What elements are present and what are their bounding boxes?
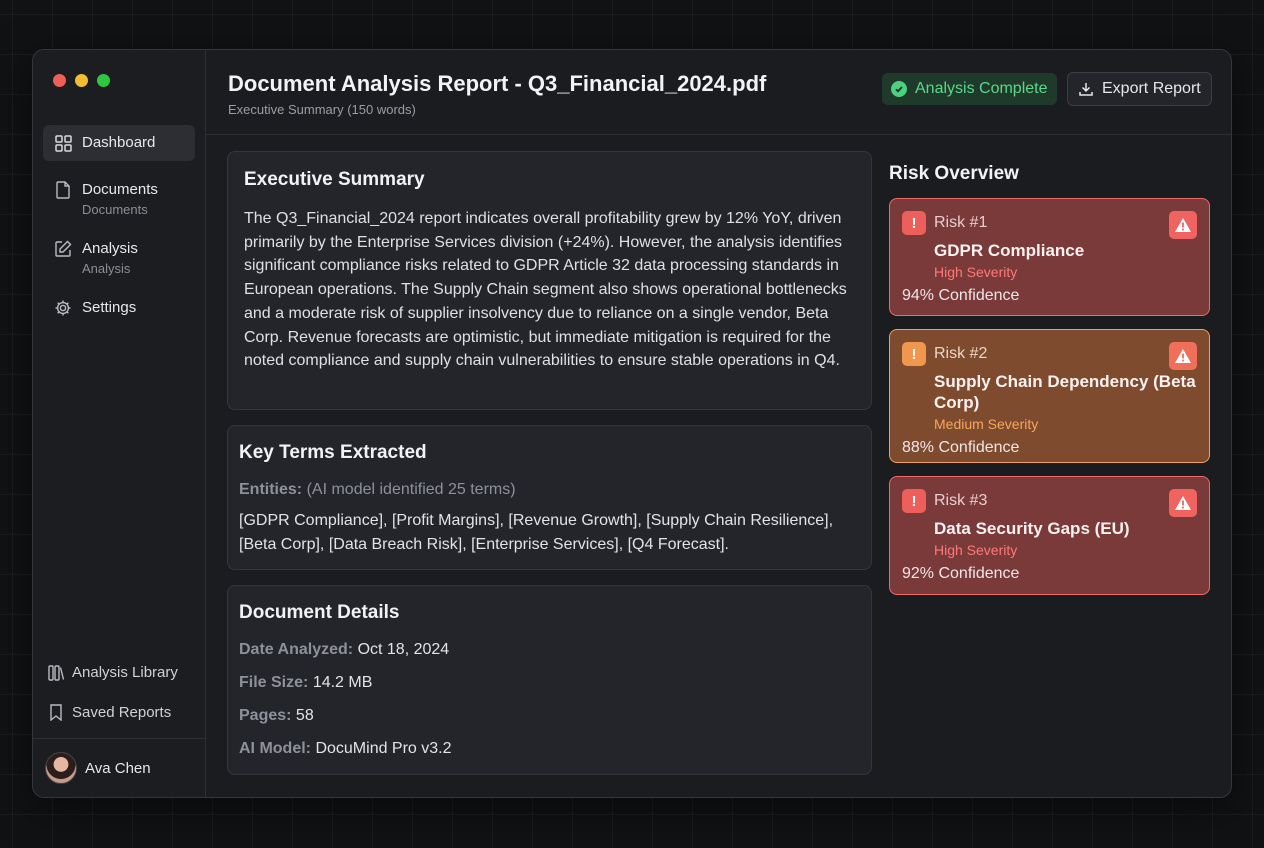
risk-severity: High Severity [934, 264, 1018, 280]
risk-confidence: 94% Confidence [902, 287, 1020, 304]
risk-severity: Medium Severity [934, 416, 1039, 432]
gear-icon [54, 299, 72, 317]
link-label: Saved Reports [72, 703, 172, 721]
detail-value: 14.2 MB [312, 674, 373, 691]
exclamation-icon: ! [902, 489, 926, 513]
detail-value: DocuMind Pro v3.2 [315, 740, 452, 757]
sidebar-item-label: Analysis [82, 240, 138, 257]
detail-key: Date Analyzed: [239, 641, 354, 658]
sidebar-item-label: Settings [82, 299, 137, 316]
warning-triangle-icon [1169, 489, 1197, 517]
exclamation-icon: ! [902, 342, 926, 366]
detail-row-date: Date Analyzed: Oct 18, 2024 [239, 640, 860, 660]
maximize-window-button[interactable] [97, 74, 110, 87]
sidebar-item-label: Dashboard [82, 134, 156, 151]
warning-triangle-icon [1169, 211, 1197, 239]
download-icon [1078, 81, 1094, 97]
risk-card-2[interactable]: ! Risk #2 Supply Chain Dependency (Beta … [889, 329, 1210, 463]
export-label: Export Report [1102, 80, 1201, 97]
document-icon [54, 181, 72, 199]
risk-name: Data Security Gaps (EU) [934, 519, 1130, 538]
risk-name: Supply Chain Dependency (Beta Corp) [934, 372, 1196, 412]
risk-number: Risk #2 [934, 345, 988, 362]
window-controls [53, 74, 110, 87]
document-details-card: Document Details Date Analyzed: Oct 18, … [227, 585, 872, 775]
risk-number: Risk #1 [934, 214, 988, 231]
entities-label: Entities: [239, 481, 303, 498]
risk-card-3[interactable]: ! Risk #3 Data Security Gaps (EU) High S… [889, 476, 1210, 595]
check-icon [891, 81, 907, 97]
sidebar-item-sublabel: Analysis [82, 261, 131, 276]
section-heading: Key Terms Extracted [239, 442, 427, 463]
close-window-button[interactable] [53, 74, 66, 87]
sidebar-item-label: Documents [82, 181, 158, 198]
status-badge: Analysis Complete [882, 73, 1057, 105]
header: Document Analysis Report - Q3_Financial_… [206, 50, 1231, 135]
main-content: Document Analysis Report - Q3_Financial_… [206, 50, 1231, 797]
detail-key: Pages: [239, 707, 292, 724]
detail-value: Oct 18, 2024 [357, 641, 450, 658]
dashboard-icon [54, 134, 72, 152]
detail-key: File Size: [239, 674, 309, 691]
page-subtitle: Executive Summary (150 words) [228, 102, 416, 117]
analysis-library-link[interactable]: Analysis Library [47, 663, 178, 681]
detail-row-pages: Pages: 58 [239, 706, 860, 726]
section-heading: Executive Summary [244, 169, 425, 190]
sidebar-item-settings[interactable]: Settings [43, 290, 195, 326]
risk-number: Risk #3 [934, 492, 988, 509]
sidebar: Dashboard Documents Documents Analysis A… [33, 50, 206, 797]
risk-severity: High Severity [934, 542, 1018, 558]
key-terms-card: Key Terms Extracted Entities: (AI model … [227, 425, 872, 570]
user-profile[interactable]: Ava Chen [33, 738, 206, 797]
summary-text: The Q3_Financial_2024 report indicates o… [244, 210, 847, 370]
entities-note: (AI model identified 25 terms) [306, 481, 516, 498]
saved-reports-link[interactable]: Saved Reports [47, 703, 171, 721]
detail-row-model: AI Model: DocuMind Pro v3.2 [239, 739, 860, 759]
risk-overview-heading: Risk Overview [889, 163, 1019, 184]
exclamation-icon: ! [902, 211, 926, 235]
sidebar-item-dashboard[interactable]: Dashboard [43, 125, 195, 161]
entities-line: Entities: (AI model identified 25 terms) [239, 481, 860, 499]
minimize-window-button[interactable] [75, 74, 88, 87]
risk-confidence: 88% Confidence [902, 439, 1020, 456]
risk-name: GDPR Compliance [934, 241, 1085, 260]
section-heading: Document Details [239, 602, 400, 623]
detail-row-size: File Size: 14.2 MB [239, 673, 860, 693]
detail-value: 58 [295, 707, 314, 724]
terms-list: [GDPR Compliance], [Profit Margins], [Re… [239, 512, 834, 553]
page-title: Document Analysis Report - Q3_Financial_… [228, 71, 767, 96]
library-icon [47, 663, 65, 681]
link-label: Analysis Library [72, 663, 178, 681]
app-window: Dashboard Documents Documents Analysis A… [32, 49, 1232, 798]
warning-triangle-icon [1169, 342, 1197, 370]
edit-icon [54, 240, 72, 258]
sidebar-item-documents[interactable]: Documents Documents [43, 172, 195, 227]
avatar [45, 752, 77, 784]
export-report-button[interactable]: Export Report [1067, 72, 1212, 106]
executive-summary-card: Executive Summary The Q3_Financial_2024 … [227, 151, 872, 410]
sidebar-item-sublabel: Documents [82, 202, 148, 217]
risk-card-1[interactable]: ! Risk #1 GDPR Compliance High Severity … [889, 198, 1210, 316]
user-name: Ava Chen [85, 759, 151, 777]
sidebar-item-analysis[interactable]: Analysis Analysis [43, 231, 195, 286]
detail-key: AI Model: [239, 740, 311, 757]
bookmark-icon [47, 703, 65, 721]
risk-confidence: 92% Confidence [902, 565, 1020, 582]
status-text: Analysis Complete [915, 80, 1048, 97]
